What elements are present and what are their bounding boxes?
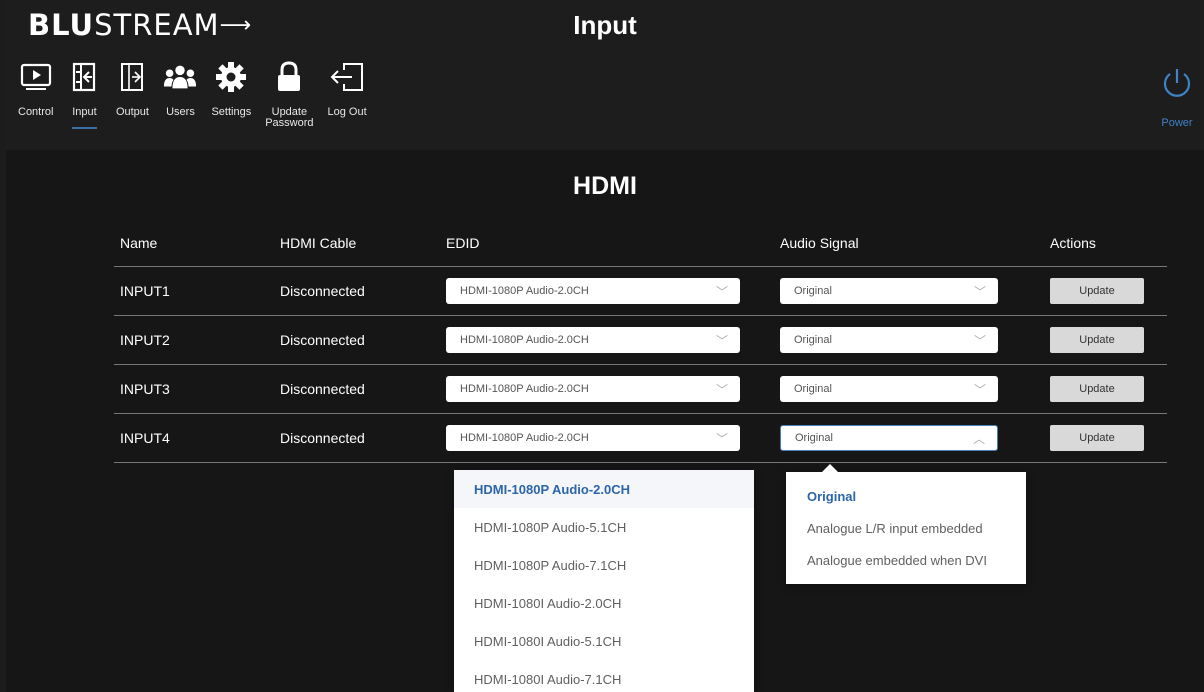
edid-option[interactable]: HDMI-1080P Audio-2.0CH: [454, 470, 754, 508]
users-icon: [163, 60, 197, 94]
chevron-down-icon: ﹀: [973, 333, 986, 348]
nav-settings-label: Settings: [211, 106, 252, 118]
audio-select[interactable]: Original ︿: [780, 425, 998, 451]
audio-select[interactable]: Original ﹀: [780, 376, 998, 402]
main-nav: Control Input Output Users Settings Upda…: [18, 60, 381, 129]
nav-output[interactable]: Output: [115, 60, 149, 129]
input-name: INPUT1: [120, 283, 170, 299]
update-button[interactable]: Update: [1050, 376, 1144, 402]
chevron-down-icon: ﹀: [973, 284, 986, 299]
section-title: HDMI: [573, 172, 637, 200]
output-icon: [115, 60, 149, 94]
update-button[interactable]: Update: [1050, 425, 1144, 451]
edid-value: HDMI-1080P Audio-2.0CH: [460, 285, 589, 297]
chevron-down-icon: ﹀: [715, 382, 728, 397]
edid-select[interactable]: HDMI-1080P Audio-2.0CH ﹀: [446, 278, 740, 304]
input-name: INPUT4: [120, 430, 170, 446]
header-audio-signal: Audio Signal: [780, 235, 859, 251]
logout-icon: [330, 60, 364, 94]
inputs-table: Name HDMI Cable EDID Audio Signal Action…: [114, 220, 1167, 463]
nav-users-label: Users: [166, 106, 195, 118]
audio-value: Original: [794, 334, 832, 346]
nav-control[interactable]: Control: [18, 60, 53, 129]
cable-status: Disconnected: [280, 283, 365, 299]
table-row: INPUT3 Disconnected HDMI-1080P Audio-2.0…: [114, 365, 1167, 414]
audio-value: Original: [795, 432, 833, 444]
audio-select[interactable]: Original ﹀: [780, 327, 998, 353]
nav-settings[interactable]: Settings: [211, 60, 251, 129]
gear-icon: [214, 60, 248, 94]
chevron-up-icon: ︿: [972, 431, 985, 446]
input-name: INPUT2: [120, 332, 170, 348]
nav-control-label: Control: [18, 106, 54, 118]
header-name: Name: [120, 235, 158, 251]
audio-option[interactable]: Analogue embedded when DVI: [786, 544, 1026, 576]
update-button[interactable]: Update: [1050, 327, 1144, 353]
nav-logout-label: Log Out: [327, 106, 367, 118]
lock-icon: [272, 60, 306, 94]
page-title: Input: [573, 10, 637, 40]
cable-status: Disconnected: [280, 381, 365, 397]
table-row: INPUT2 Disconnected HDMI-1080P Audio-2.0…: [114, 316, 1167, 365]
chevron-down-icon: ﹀: [973, 382, 986, 397]
edid-option[interactable]: HDMI-1080I Audio-7.1CH: [454, 660, 754, 692]
update-button[interactable]: Update: [1050, 278, 1144, 304]
edid-option[interactable]: HDMI-1080P Audio-7.1CH: [454, 546, 754, 584]
nav-input[interactable]: Input: [67, 60, 101, 129]
edid-value: HDMI-1080P Audio-2.0CH: [460, 383, 589, 395]
chevron-down-icon: ﹀: [715, 431, 728, 446]
edid-option[interactable]: HDMI-1080P Audio-5.1CH: [454, 508, 754, 546]
audio-option[interactable]: Analogue L/R input embedded: [786, 512, 1026, 544]
edid-select[interactable]: HDMI-1080P Audio-2.0CH ﹀: [446, 376, 740, 402]
edid-select[interactable]: HDMI-1080P Audio-2.0CH ﹀: [446, 327, 740, 353]
chevron-down-icon: ﹀: [715, 284, 728, 299]
audio-select[interactable]: Original ﹀: [780, 278, 998, 304]
chevron-down-icon: ﹀: [715, 333, 728, 348]
edid-select[interactable]: HDMI-1080P Audio-2.0CH ﹀: [446, 425, 740, 451]
header: BLUSTREAM⟶ Input Control Input Output Us…: [6, 0, 1204, 150]
power-icon: [1160, 66, 1194, 105]
nav-update-password-label: Update Password: [265, 106, 314, 129]
power-label: Power: [1161, 117, 1193, 129]
nav-users[interactable]: Users: [163, 60, 197, 129]
cable-status: Disconnected: [280, 332, 365, 348]
input-name: INPUT3: [120, 381, 170, 397]
edid-option[interactable]: HDMI-1080I Audio-2.0CH: [454, 584, 754, 622]
edid-value: HDMI-1080P Audio-2.0CH: [460, 334, 589, 346]
audio-value: Original: [794, 285, 832, 297]
header-actions: Actions: [1050, 235, 1096, 251]
audio-dropdown-menu: Original Analogue L/R input embedded Ana…: [786, 464, 1026, 584]
header-edid: EDID: [446, 235, 480, 251]
edid-dropdown-menu: HDMI-1080P Audio-2.0CH HDMI-1080P Audio-…: [454, 470, 754, 692]
audio-option[interactable]: Original: [786, 480, 1026, 512]
cable-status: Disconnected: [280, 430, 365, 446]
table-row: INPUT1 Disconnected HDMI-1080P Audio-2.0…: [114, 267, 1167, 316]
nav-update-password[interactable]: Update Password: [265, 60, 314, 129]
table-header: Name HDMI Cable EDID Audio Signal Action…: [114, 220, 1167, 267]
edid-value: HDMI-1080P Audio-2.0CH: [460, 432, 589, 444]
header-hdmi-cable: HDMI Cable: [280, 235, 357, 251]
audio-value: Original: [794, 383, 832, 395]
nav-input-label: Input: [72, 107, 97, 129]
nav-logout[interactable]: Log Out: [328, 60, 367, 129]
power-button[interactable]: Power: [1160, 66, 1194, 129]
play-monitor-icon: [19, 60, 53, 94]
nav-output-label: Output: [115, 106, 149, 118]
table-row: INPUT4 Disconnected HDMI-1080P Audio-2.0…: [114, 414, 1167, 463]
edid-option[interactable]: HDMI-1080I Audio-5.1CH: [454, 622, 754, 660]
input-icon: [67, 60, 101, 94]
